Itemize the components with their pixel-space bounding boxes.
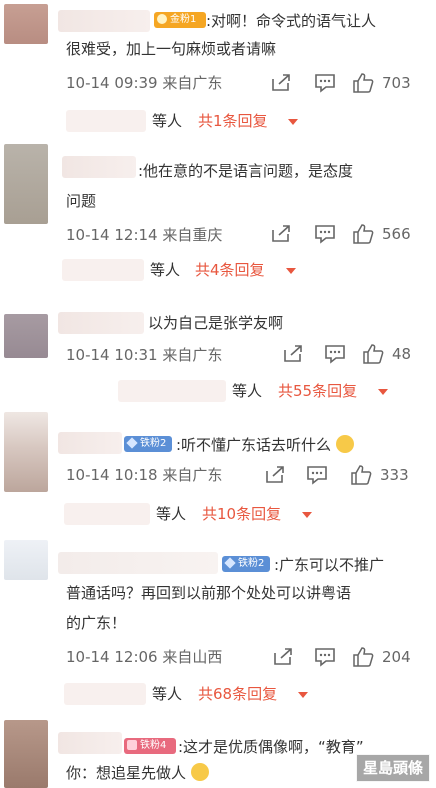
replier-names-blurred [66,110,146,132]
like-icon[interactable] [352,72,374,94]
comment-text-line: 很难受，加上一句麻烦或者请嘛 [66,40,277,58]
comment-icon[interactable] [314,73,336,93]
watermark-logo: 星島頭條 [355,754,430,782]
comment-text: 你：想追星先做人 [66,760,209,786]
fan-badge[interactable]: 铁粉2 [222,556,270,572]
username-blurred[interactable] [58,732,122,754]
like-icon[interactable] [352,223,374,245]
username-blurred[interactable] [58,552,218,574]
reply-summary[interactable]: 等人 共68条回复 [0,681,436,707]
timestamp-location: 10-14 12:06 来自山西 [66,648,223,666]
comment-item: :他在意的不是语言问题，是态度 问题 10-14 12:14 来自重庆 566 … [0,144,436,294]
share-icon[interactable] [270,73,292,93]
avatar[interactable] [4,540,48,580]
reply-count-link[interactable]: 共10条回复 [202,501,281,527]
like-count: 48 [392,345,412,363]
comment-text-line: 普通话吗？再回到以前那个处处可以讲粤语 [66,584,352,602]
badge-label: 铁粉2 [238,558,265,569]
replier-names-blurred [118,380,226,402]
timestamp-location: 10-14 10:18 来自广东 [66,466,223,484]
avatar[interactable] [4,4,48,44]
caret-down-icon[interactable] [298,692,308,698]
badge-label: 金粉1 [170,14,197,25]
badge-label: 铁粉4 [140,740,167,751]
comment-item: 铁粉2 :广东可以不推广 普通话吗？再回到以前那个处处可以讲粤语 的广东！ 10… [0,540,436,710]
comment-item: 以为自己是张学友啊 10-14 10:31 来自广东 48 等人 共55条回复 [0,306,436,406]
caret-down-icon[interactable] [288,119,298,125]
laugh-cry-emoji [335,435,354,453]
reply-who: 等人 [152,112,183,130]
reply-who: 等人 [232,382,263,400]
comment-text-line: 以为自己是张学友啊 [148,314,284,332]
caret-down-icon[interactable] [302,512,312,518]
share-icon[interactable] [270,224,292,244]
comment-item: 金粉1 :对啊！命令式的语气让人 很难受，加上一句麻烦或者请嘛 10-14 09… [0,0,436,140]
comment-item: 铁粉2 :听不懂广东话去听什么 10-14 10:18 来自广东 333 等人 … [0,412,436,532]
comment-icon[interactable] [314,647,336,667]
share-icon[interactable] [264,465,286,485]
username-blurred[interactable] [62,156,136,178]
avatar[interactable] [4,720,48,788]
comment-text-line: 你：想追星先做人 [66,764,187,782]
comment-icon[interactable] [306,465,328,485]
username-blurred[interactable] [58,432,122,454]
reply-count-link[interactable]: 共55条回复 [278,378,357,404]
badge-gem-icon [126,437,138,449]
username-blurred[interactable] [58,10,150,32]
comment-icon[interactable] [324,344,346,364]
reply-summary[interactable]: 等人 共1条回复 [0,108,436,134]
username-blurred[interactable] [58,312,144,334]
timestamp-location: 10-14 10:31 来自广东 [66,346,223,364]
comment-text-line: :对啊！命令式的语气让人 [206,12,377,30]
reply-count-link[interactable]: 共68条回复 [198,681,277,707]
replier-names-blurred [62,259,144,281]
comment-text-line: :听不懂广东话去听什么 [176,436,332,454]
badge-gem-icon [224,557,236,569]
comment-text-line: :广东可以不推广 [274,556,385,574]
comment-text-line: 问题 [66,192,97,210]
reply-count-link[interactable]: 共4条回复 [195,257,265,283]
avatar[interactable] [4,144,48,224]
like-count: 204 [382,648,411,666]
like-icon[interactable] [362,343,384,365]
reply-who: 等人 [152,685,183,703]
timestamp-location: 10-14 12:14 来自重庆 [66,226,223,244]
avatar[interactable] [4,314,48,358]
fan-badge[interactable]: 金粉1 [154,12,206,28]
timestamp-location: 10-14 09:39 来自广东 [66,74,223,92]
caret-down-icon[interactable] [286,268,296,274]
reply-count-link[interactable]: 共1条回复 [198,108,268,134]
replier-names-blurred [64,503,150,525]
badge-crown-icon [127,740,137,750]
like-icon[interactable] [350,464,372,486]
like-count: 566 [382,225,411,243]
badge-gem-icon [157,14,167,24]
reply-summary[interactable]: 等人 共4条回复 [0,257,436,283]
like-icon[interactable] [352,646,374,668]
comment-text: :听不懂广东话去听什么 [176,432,354,458]
fan-badge[interactable]: 铁粉2 [124,436,172,452]
replier-names-blurred [64,683,146,705]
reply-who: 等人 [156,505,187,523]
like-count: 333 [380,466,409,484]
share-icon[interactable] [282,344,304,364]
comment-text-line: :他在意的不是语言问题，是态度 [138,162,354,180]
comment-text-line: :这才是优质偶像啊，“教育” [178,738,364,756]
like-count: 703 [382,74,411,92]
reply-summary[interactable]: 等人 共10条回复 [0,501,436,527]
smile-emoji [190,763,209,781]
avatar[interactable] [4,412,48,492]
badge-label: 铁粉2 [140,438,167,449]
reply-summary[interactable]: 等人 共55条回复 [0,378,436,404]
comment-icon[interactable] [314,224,336,244]
share-icon[interactable] [272,647,294,667]
reply-who: 等人 [150,261,181,279]
caret-down-icon[interactable] [378,389,388,395]
fan-badge[interactable]: 铁粉4 [124,738,176,754]
comment-list: 金粉1 :对啊！命令式的语气让人 很难受，加上一句麻烦或者请嘛 10-14 09… [0,0,436,788]
comment-text-line: 的广东！ [66,614,127,632]
